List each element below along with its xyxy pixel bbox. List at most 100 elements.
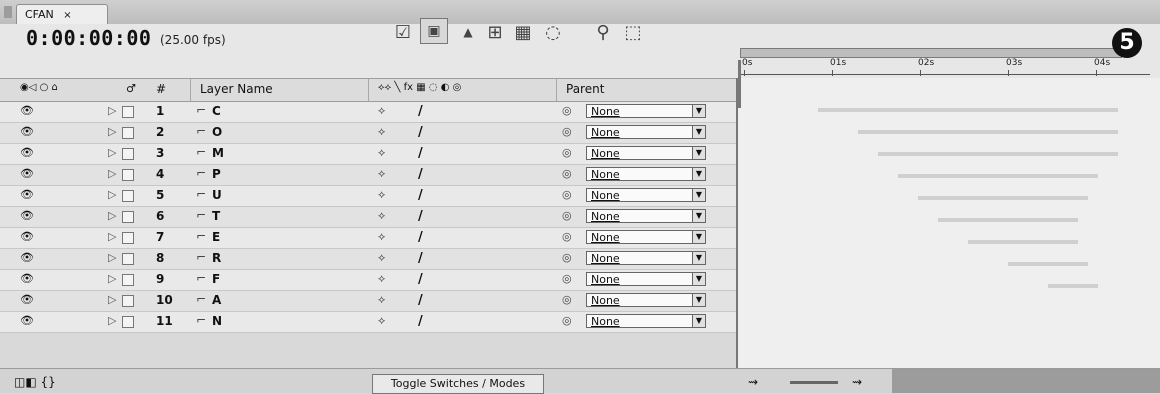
brainstorm-icon[interactable]: ◌	[540, 20, 566, 44]
live-update-icon[interactable]: ☑	[390, 20, 416, 44]
eye-icon[interactable]: 👁	[20, 104, 34, 117]
eye-icon[interactable]: 👁	[20, 188, 34, 201]
frame-blending-icon[interactable]: ⊞	[482, 20, 508, 44]
layer-name[interactable]: T	[212, 209, 220, 223]
collapse-icon[interactable]: ⟡	[378, 230, 385, 244]
layer-name[interactable]: C	[212, 104, 221, 118]
layer-row[interactable]: 👁 ▷ 11 ⌐ N ⟡ / ◎ None ▼	[0, 312, 736, 333]
twirl-icon[interactable]: ▷	[108, 125, 116, 138]
layer-row[interactable]: 👁 ▷ 3 ⌐ M ⟡ / ◎ None ▼	[0, 144, 736, 165]
graph-editor-icon[interactable]: ⚲	[590, 20, 616, 44]
quality-icon[interactable]: /	[418, 272, 423, 287]
close-icon[interactable]: ×	[63, 10, 71, 21]
eye-icon[interactable]: 👁	[20, 272, 34, 285]
parent-column-header[interactable]: Parent	[566, 82, 604, 96]
collapse-icon[interactable]: ⟡	[378, 167, 385, 181]
tab-cfan[interactable]: CFAN ×	[16, 4, 108, 24]
label-checkbox[interactable]	[122, 253, 134, 265]
layer-name-column-header[interactable]: Layer Name	[200, 82, 273, 96]
pick-whip-icon[interactable]: ◎	[562, 125, 572, 138]
collapse-icon[interactable]: ⟡	[378, 293, 385, 307]
motion-blur-icon[interactable]: ▦	[510, 20, 536, 44]
keyframe-nav-icon[interactable]: ⬚	[620, 20, 646, 44]
twirl-icon[interactable]: ▷	[108, 209, 116, 222]
toggle-switches-modes-button[interactable]: Toggle Switches / Modes	[372, 374, 544, 394]
eye-icon[interactable]: 👁	[20, 230, 34, 243]
quality-icon[interactable]: /	[418, 146, 423, 161]
layer-name[interactable]: N	[212, 314, 222, 328]
label-checkbox[interactable]	[122, 169, 134, 181]
parent-dropdown[interactable]: None ▼	[586, 125, 706, 139]
pick-whip-icon[interactable]: ◎	[562, 104, 572, 117]
layer-row[interactable]: 👁 ▷ 5 ⌐ U ⟡ / ◎ None ▼	[0, 186, 736, 207]
current-time-indicator[interactable]	[738, 60, 741, 108]
pick-whip-icon[interactable]: ◎	[562, 272, 572, 285]
eye-icon[interactable]: 👁	[20, 167, 34, 180]
collapse-icon[interactable]: ⟡	[378, 314, 385, 328]
layer-row[interactable]: 👁 ▷ 1 ⌐ C ⟡ / ◎ None ▼	[0, 102, 736, 123]
collapse-icon[interactable]: ⟡	[378, 272, 385, 286]
twirl-icon[interactable]: ▷	[108, 230, 116, 243]
twirl-icon[interactable]: ▷	[108, 104, 116, 117]
quality-icon[interactable]: /	[418, 293, 423, 308]
twirl-icon[interactable]: ▷	[108, 314, 116, 327]
label-checkbox[interactable]	[122, 127, 134, 139]
eye-icon[interactable]: 👁	[20, 314, 34, 327]
parent-dropdown[interactable]: None ▼	[586, 104, 706, 118]
label-checkbox[interactable]	[122, 295, 134, 307]
label-checkbox[interactable]	[122, 274, 134, 286]
label-checkbox[interactable]	[122, 211, 134, 223]
quality-icon[interactable]: /	[418, 251, 423, 266]
quality-icon[interactable]: /	[418, 125, 423, 140]
parent-dropdown[interactable]: None ▼	[586, 146, 706, 160]
collapse-icon[interactable]: ⟡	[378, 251, 385, 265]
zoom-in-icon[interactable]: ⇝	[852, 375, 862, 389]
layer-name[interactable]: O	[212, 125, 222, 139]
work-area-bar[interactable]	[740, 48, 1122, 58]
label-checkbox[interactable]	[122, 106, 134, 118]
pick-whip-icon[interactable]: ◎	[562, 209, 572, 222]
collapse-icon[interactable]: ⟡	[378, 188, 385, 202]
parent-dropdown[interactable]: None ▼	[586, 167, 706, 181]
eye-icon[interactable]: 👁	[20, 209, 34, 222]
quality-icon[interactable]: /	[418, 209, 423, 224]
pick-whip-icon[interactable]: ◎	[562, 314, 572, 327]
twirl-icon[interactable]: ▷	[108, 167, 116, 180]
eye-icon[interactable]: 👁	[20, 146, 34, 159]
parent-dropdown[interactable]: None ▼	[586, 209, 706, 223]
layer-name[interactable]: E	[212, 230, 220, 244]
timeline-area[interactable]	[736, 78, 1160, 368]
twirl-icon[interactable]: ▷	[108, 293, 116, 306]
shy-icon[interactable]: ▲	[458, 20, 478, 44]
collapse-icon[interactable]: ⟡	[378, 146, 385, 160]
pick-whip-icon[interactable]: ◎	[562, 146, 572, 159]
collapse-icon[interactable]: ⟡	[378, 104, 385, 118]
time-ruler[interactable]: 0s 01s 02s 03s 04s	[734, 24, 1160, 78]
pick-whip-icon[interactable]: ◎	[562, 167, 572, 180]
quality-icon[interactable]: /	[418, 167, 423, 182]
label-checkbox[interactable]	[122, 232, 134, 244]
zoom-out-icon[interactable]: ⇝	[748, 375, 758, 389]
parent-dropdown[interactable]: None ▼	[586, 251, 706, 265]
layer-name[interactable]: R	[212, 251, 221, 265]
current-time-display[interactable]: 0:00:00:00	[26, 26, 151, 50]
twirl-icon[interactable]: ▷	[108, 272, 116, 285]
zoom-slider[interactable]	[790, 381, 838, 384]
label-icon[interactable]: ♂	[126, 82, 136, 95]
layer-row[interactable]: 👁 ▷ 7 ⌐ E ⟡ / ◎ None ▼	[0, 228, 736, 249]
layer-name[interactable]: U	[212, 188, 222, 202]
switches-icon[interactable]: ⟡⟡ ╲ fx ▦ ◌ ◐ ◎	[378, 82, 461, 93]
panel-grip[interactable]	[4, 6, 12, 18]
label-checkbox[interactable]	[122, 148, 134, 160]
layer-name[interactable]: P	[212, 167, 221, 181]
twirl-icon[interactable]: ▷	[108, 188, 116, 201]
eye-icon[interactable]: 👁	[20, 293, 34, 306]
pick-whip-icon[interactable]: ◎	[562, 293, 572, 306]
footer-scroll-area[interactable]	[892, 369, 1160, 393]
eye-icon[interactable]: 👁	[20, 251, 34, 264]
layer-name[interactable]: M	[212, 146, 224, 160]
collapse-icon[interactable]: ⟡	[378, 209, 385, 223]
pick-whip-icon[interactable]: ◎	[562, 230, 572, 243]
layer-name[interactable]: A	[212, 293, 221, 307]
twirl-icon[interactable]: ▷	[108, 251, 116, 264]
